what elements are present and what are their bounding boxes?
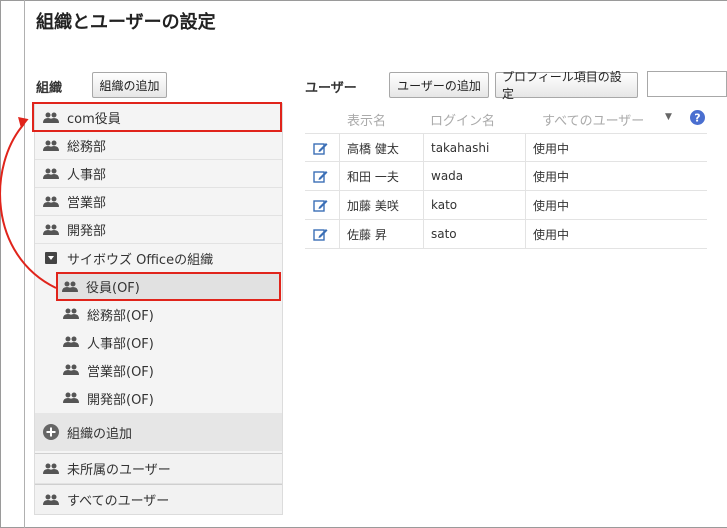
sidebar-item-label: 総務部(OF) <box>87 308 154 324</box>
col-header-display-name[interactable]: 表示名 <box>347 110 386 129</box>
search-input[interactable] <box>647 71 727 97</box>
column-divider <box>339 220 340 248</box>
sidebar-item-general-affairs-of[interactable]: 総務部(OF) <box>57 300 282 328</box>
column-divider <box>423 191 424 219</box>
column-divider <box>423 220 424 248</box>
user-status: 使用中 <box>533 141 570 156</box>
sidebar-item-label: すべてのユーザー <box>67 494 170 509</box>
profile-settings-button[interactable]: プロフィール項目の設定 <box>495 70 638 101</box>
svg-text:?: ? <box>694 112 700 125</box>
chevron-down-icon[interactable]: ▼ <box>665 112 672 122</box>
sidebar-item-label: 人事部(OF) <box>87 336 154 352</box>
table-row[interactable]: 加藤 美咲 kato 使用中 <box>305 191 707 220</box>
column-divider <box>525 134 526 162</box>
sidebar-item-label: 営業部(OF) <box>87 364 154 380</box>
user-status: 使用中 <box>533 169 570 184</box>
sidebar-item-label: 未所属のユーザー <box>67 463 171 478</box>
column-divider <box>339 134 340 162</box>
user-name[interactable]: 高橋 健太 <box>347 134 399 162</box>
add-org-label: 組織の追加 <box>67 426 133 442</box>
sidebar-item-unassigned[interactable]: 未所属のユーザー <box>35 453 282 484</box>
column-divider <box>339 162 340 190</box>
column-divider <box>525 220 526 248</box>
column-divider <box>525 191 526 219</box>
user-status: 使用中 <box>533 227 570 242</box>
users-icon <box>63 363 79 377</box>
add-user-button[interactable]: ユーザーの追加 <box>389 72 489 98</box>
sidebar-item-hr-of[interactable]: 人事部(OF) <box>57 328 282 356</box>
edit-icon[interactable] <box>313 162 328 190</box>
column-divider <box>525 162 526 190</box>
user-name[interactable]: 佐藤 昇 <box>347 220 387 248</box>
sidebar-item-label: 開発部(OF) <box>87 392 154 408</box>
column-divider <box>423 162 424 190</box>
user-filter-dropdown[interactable]: すべてのユーザー <box>542 110 644 129</box>
edit-icon[interactable] <box>313 191 328 219</box>
users-icon <box>43 493 59 507</box>
plus-circle-icon <box>43 424 59 440</box>
users-icon <box>63 335 79 349</box>
user-name[interactable]: 加藤 美咲 <box>347 191 399 219</box>
edit-icon[interactable] <box>313 220 328 248</box>
login-name: takahashi <box>431 141 490 155</box>
column-divider <box>423 134 424 162</box>
user-name[interactable]: 和田 一夫 <box>347 162 399 190</box>
login-name: wada <box>431 169 464 183</box>
users-icon <box>63 307 79 321</box>
users-icon <box>43 462 59 476</box>
sidebar-item-all-users[interactable]: すべてのユーザー <box>35 484 282 514</box>
add-org-row[interactable]: 組織の追加 <box>35 413 282 451</box>
sidebar-item-sales-of[interactable]: 営業部(OF) <box>57 356 282 384</box>
users-icon <box>63 391 79 405</box>
move-arrow <box>0 116 57 289</box>
table-row[interactable]: 和田 一夫 wada 使用中 <box>305 162 707 191</box>
user-status: 使用中 <box>533 198 570 213</box>
column-divider <box>339 191 340 219</box>
help-icon[interactable]: ? <box>690 110 705 129</box>
login-name: sato <box>431 227 457 241</box>
login-name: kato <box>431 198 458 212</box>
edit-icon[interactable] <box>313 134 328 162</box>
sidebar-item-development-of[interactable]: 開発部(OF) <box>57 384 282 412</box>
col-header-login-name[interactable]: ログイン名 <box>430 110 495 129</box>
table-row[interactable]: 高橋 健太 takahashi 使用中 <box>305 133 707 162</box>
table-row[interactable]: 佐藤 昇 sato 使用中 <box>305 220 707 249</box>
user-label: ユーザー <box>305 81 357 96</box>
